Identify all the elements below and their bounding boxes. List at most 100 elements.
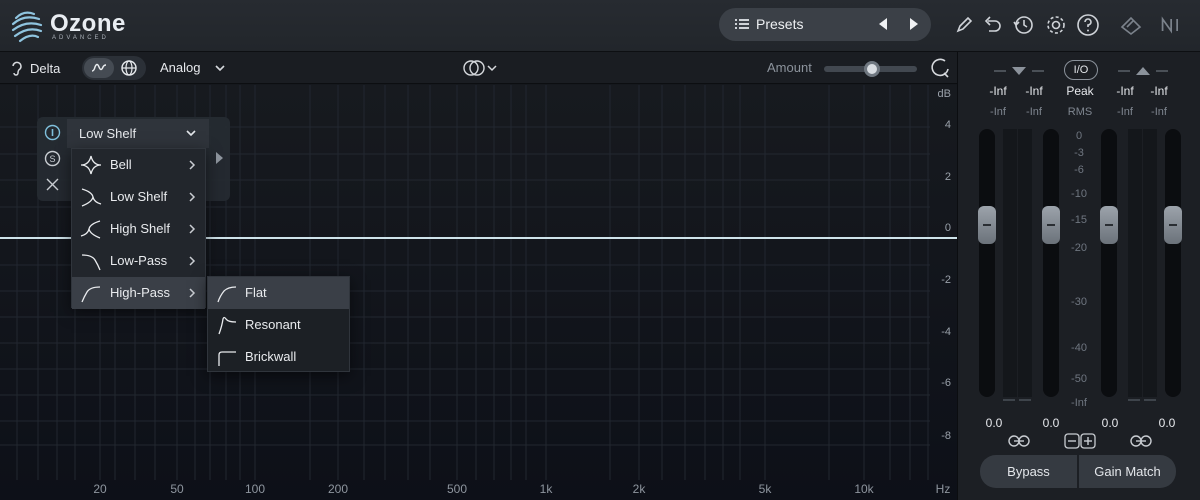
input-left-rms: -Inf <box>990 106 1006 118</box>
menu-item-low-pass[interactable]: Low-Pass <box>72 245 205 277</box>
fader-handle[interactable] <box>978 206 996 244</box>
hz-tick-label: 50 <box>170 482 184 496</box>
pencil-icon[interactable] <box>952 13 976 37</box>
hz-tick-label: 2k <box>632 482 646 496</box>
fader-handle[interactable] <box>1042 206 1060 244</box>
amount-slider[interactable] <box>824 61 917 77</box>
meter-scale-label: -3 <box>1074 147 1084 159</box>
output-right-gain-value[interactable]: 0.0 <box>1159 416 1176 430</box>
expand-panel-icon[interactable] <box>214 151 224 165</box>
menu-item-label: High Shelf <box>110 221 170 236</box>
input-left-fader[interactable] <box>978 129 996 397</box>
ear-icon <box>12 61 22 76</box>
menu-item-bell[interactable]: Bell <box>72 149 205 181</box>
output-right-meter <box>1143 129 1157 397</box>
filter-type-label: Low Shelf <box>79 126 137 141</box>
help-icon[interactable] <box>1076 13 1100 37</box>
app-name: Ozone <box>50 10 126 37</box>
undo-icon[interactable] <box>980 13 1004 37</box>
band-solo-icon[interactable]: S <box>44 150 61 167</box>
presets-label[interactable]: Presets <box>756 16 803 32</box>
input-link-icon[interactable] <box>1008 434 1030 448</box>
izotope-logo-icon[interactable] <box>1119 13 1145 37</box>
bell-filter-icon <box>80 155 102 175</box>
input-left-peak: -Inf <box>989 84 1007 98</box>
list-icon <box>735 19 749 29</box>
input-left-gain-value[interactable]: 0.0 <box>986 416 1003 430</box>
gear-icon[interactable] <box>1044 13 1068 37</box>
input-left-meter <box>1003 129 1017 397</box>
eq-type-label[interactable]: Analog <box>160 60 200 75</box>
hz-tick-label: 20 <box>93 482 107 496</box>
hz-tick-label: 10k <box>854 482 874 496</box>
hz-unit-label: Hz <box>935 482 951 496</box>
band-power-icon[interactable] <box>44 124 61 141</box>
submenu-item-flat[interactable]: Flat <box>208 277 349 309</box>
ozone-logo-mark <box>11 11 43 43</box>
waveform-icon <box>91 63 107 72</box>
submenu-item-label: Flat <box>245 285 267 300</box>
next-preset-icon[interactable] <box>907 17 921 31</box>
hz-tick-label: 500 <box>446 482 468 496</box>
app-edition: ADVANCED <box>52 35 109 41</box>
input-meter-collapse-icon[interactable] <box>994 66 1044 76</box>
filter-type-menu: Bell Low Shelf High Shelf Low-Pass High-… <box>71 148 206 309</box>
band-close-icon[interactable] <box>44 176 61 193</box>
ozone-logo: Ozone ADVANCED <box>10 8 125 44</box>
low-shelf-filter-icon <box>81 188 102 207</box>
native-instruments-logo-icon[interactable] <box>1160 13 1188 37</box>
high-pass-filter-icon <box>81 286 101 303</box>
output-right-fader[interactable] <box>1164 129 1182 397</box>
output-left-peak: -Inf <box>1116 84 1134 98</box>
output-left-meter <box>1128 129 1142 397</box>
output-balance-icon[interactable] <box>1064 433 1096 449</box>
io-toggle-button[interactable]: I/O <box>1064 60 1098 80</box>
output-right-rms: -Inf <box>1151 106 1167 118</box>
delta-label: Delta <box>30 60 61 76</box>
input-right-meter <box>1018 129 1032 397</box>
analog-mode-button[interactable] <box>84 58 114 78</box>
chevron-down-icon[interactable] <box>214 62 226 74</box>
history-icon[interactable] <box>1011 13 1035 37</box>
stereo-mode-icon[interactable] <box>462 59 500 77</box>
meter-floor-ticks <box>1003 399 1156 401</box>
output-left-rms: -Inf <box>1117 106 1133 118</box>
fader-handle[interactable] <box>1164 206 1182 244</box>
hz-tick-label: 1k <box>539 482 553 496</box>
output-meter-collapse-icon[interactable] <box>1118 66 1168 76</box>
filter-type-dropdown[interactable]: Low Shelf <box>67 119 209 148</box>
menu-item-high-shelf[interactable]: High Shelf <box>72 213 205 245</box>
io-meter-panel: I/O -Inf -Inf Peak -Inf -Inf -Inf -Inf R… <box>957 52 1200 500</box>
brickwall-slope-icon <box>218 351 236 366</box>
output-left-fader[interactable] <box>1100 129 1118 397</box>
previous-preset-icon[interactable] <box>876 17 890 31</box>
output-left-gain-value[interactable]: 0.0 <box>1102 416 1119 430</box>
db-tick-label: -8 <box>941 430 951 442</box>
menu-item-high-pass[interactable]: High-Pass <box>72 277 205 309</box>
high-pass-submenu: Flat Resonant Brickwall <box>207 276 350 372</box>
submenu-item-resonant[interactable]: Resonant <box>208 309 349 341</box>
submenu-item-brickwall[interactable]: Brickwall <box>208 341 349 373</box>
submenu-item-label: Brickwall <box>245 349 297 364</box>
input-right-peak: -Inf <box>1025 84 1043 98</box>
menu-item-low-shelf[interactable]: Low Shelf <box>72 181 205 213</box>
bypass-button[interactable]: Bypass <box>980 455 1077 488</box>
gain-match-button[interactable]: Gain Match <box>1079 455 1176 488</box>
input-right-fader[interactable] <box>1042 129 1060 397</box>
learn-icon[interactable] <box>930 56 952 80</box>
delta-button[interactable]: Delta <box>10 59 60 77</box>
db-tick-label: 0 <box>944 222 951 234</box>
amount-slider-handle[interactable] <box>864 61 880 77</box>
db-tick-label: -4 <box>941 326 951 338</box>
eq-mode-toggle[interactable] <box>82 56 146 80</box>
fader-handle[interactable] <box>1100 206 1118 244</box>
db-tick-label: -6 <box>941 377 951 389</box>
meter-scale-label: -Inf <box>1071 397 1087 409</box>
chevron-right-icon <box>189 192 196 202</box>
resonant-slope-icon <box>218 316 237 335</box>
input-right-gain-value[interactable]: 0.0 <box>1043 416 1060 430</box>
output-link-icon[interactable] <box>1130 434 1152 448</box>
meter-scale-label: -50 <box>1071 373 1087 385</box>
global-mode-button[interactable] <box>118 58 144 78</box>
presets-bar[interactable]: Presets <box>719 8 931 41</box>
